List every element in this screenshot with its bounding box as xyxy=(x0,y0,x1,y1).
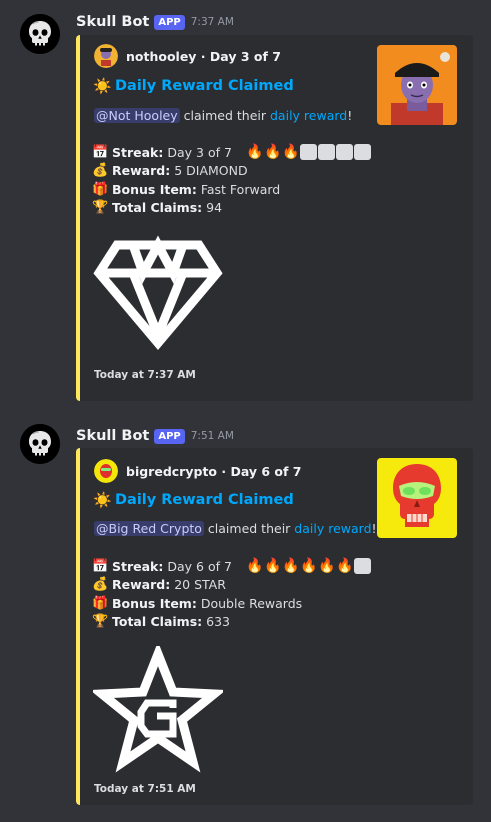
embed-footer: Today at 7:51 AM xyxy=(94,783,196,795)
streak-field: 📅 Streak: Day 3 of 7 🔥 🔥 🔥 xyxy=(92,143,372,162)
bot-username[interactable]: Skull Bot xyxy=(76,14,149,30)
app-badge: APP xyxy=(154,428,185,444)
bonus-label: Bonus Item: xyxy=(112,595,197,611)
empty-streak-box xyxy=(299,144,317,161)
money-bag-icon: 💰 xyxy=(92,163,109,179)
fire-icon: 🔥 xyxy=(282,144,300,161)
embed-author: nothooley · Day 3 of 7 xyxy=(94,44,281,68)
embed-footer: Today at 7:37 AM xyxy=(94,369,196,381)
embed-description: @Big Red Crypto claimed their daily rewa… xyxy=(94,521,377,536)
trophy-icon: 🏆 xyxy=(92,614,109,630)
embed-fields: 📅 Streak: Day 3 of 7 🔥 🔥 🔥 💰 Reward: 5 D… xyxy=(92,143,372,217)
bot-username[interactable]: Skull Bot xyxy=(76,428,149,444)
claims-value: 94 xyxy=(206,200,223,216)
diamond-icon xyxy=(93,235,223,350)
fire-icon: 🔥 xyxy=(300,558,318,575)
empty-streak-box xyxy=(317,144,335,161)
streak-label: Streak: xyxy=(112,144,164,160)
red-skull-thumbnail xyxy=(377,458,457,538)
bot-avatar[interactable] xyxy=(20,14,60,54)
embed-thumbnail[interactable] xyxy=(377,458,457,538)
message-header: Skull Bot APP 7:51 AM xyxy=(76,425,234,447)
claims-label: Total Claims: xyxy=(112,614,203,630)
star-g-icon xyxy=(93,646,223,773)
user-mention[interactable]: @Not Hooley xyxy=(94,108,180,123)
streak-value: Day 6 of 7 xyxy=(167,558,232,574)
embed-title[interactable]: Daily Reward Claimed xyxy=(115,78,294,94)
sun-icon: ☀️ xyxy=(93,77,112,95)
message-header: Skull Bot APP 7:37 AM xyxy=(76,11,234,33)
user-mention[interactable]: @Big Red Crypto xyxy=(94,521,204,536)
reward-field: 💰 Reward: 5 DIAMOND xyxy=(92,162,372,181)
bonus-label: Bonus Item: xyxy=(112,181,197,197)
empty-streak-box xyxy=(335,144,353,161)
reward-label: Reward: xyxy=(112,163,171,179)
gift-icon: 🎁 xyxy=(92,181,109,197)
fire-icon: 🔥 xyxy=(246,558,264,575)
skull-icon xyxy=(20,14,60,54)
embed-author-name[interactable]: nothooley · Day 3 of 7 xyxy=(126,49,281,64)
sun-icon: ☀️ xyxy=(93,491,112,509)
streak-progress: 🔥 🔥 🔥 🔥 🔥 🔥 xyxy=(246,558,372,575)
embed-image[interactable] xyxy=(93,646,223,776)
embed-fields: 📅 Streak: Day 6 of 7 🔥 🔥 🔥 🔥 🔥 🔥 💰 Rewar… xyxy=(92,557,372,631)
embed-title-row: ☀️ Daily Reward Claimed xyxy=(93,77,294,95)
empty-streak-box xyxy=(353,558,371,575)
message-2: Skull Bot APP 7:51 AM bigredcrypto · Day… xyxy=(0,410,491,822)
bonus-value: Double Rewards xyxy=(200,595,303,611)
message-timestamp[interactable]: 7:51 AM xyxy=(191,430,234,442)
reward-label: Reward: xyxy=(112,577,171,593)
embed-thumbnail[interactable] xyxy=(377,45,457,125)
claims-field: 🏆 Total Claims: 633 xyxy=(92,613,372,632)
claims-value: 633 xyxy=(206,614,231,630)
message-1: Skull Bot APP 7:37 AM nothooley · Day 3 … xyxy=(0,0,491,410)
claims-label: Total Claims: xyxy=(112,200,203,216)
desc-end: ! xyxy=(371,521,377,536)
bonus-field: 🎁 Bonus Item: Double Rewards xyxy=(92,594,372,613)
reward-value: 20 STAR xyxy=(174,577,226,593)
bot-avatar[interactable] xyxy=(20,424,60,464)
streak-value: Day 3 of 7 xyxy=(167,144,232,160)
embed-author-name[interactable]: bigredcrypto · Day 6 of 7 xyxy=(126,464,302,479)
reward-embed: nothooley · Day 3 of 7 ☀️ Daily Reward C… xyxy=(76,35,473,401)
streak-progress: 🔥 🔥 🔥 xyxy=(246,144,372,161)
streak-field: 📅 Streak: Day 6 of 7 🔥 🔥 🔥 🔥 🔥 🔥 xyxy=(92,557,372,576)
fire-icon: 🔥 xyxy=(246,144,264,161)
author-avatar-icon xyxy=(94,459,118,483)
desc-end: ! xyxy=(347,108,353,123)
reward-embed: bigredcrypto · Day 6 of 7 ☀️ Daily Rewar… xyxy=(76,448,473,805)
money-bag-icon: 💰 xyxy=(92,577,109,593)
daily-reward-link[interactable]: daily reward xyxy=(294,521,371,536)
author-avatar-icon xyxy=(94,44,118,68)
embed-image[interactable] xyxy=(93,225,223,355)
embed-title[interactable]: Daily Reward Claimed xyxy=(115,492,294,508)
fire-icon: 🔥 xyxy=(264,558,282,575)
streak-label: Streak: xyxy=(112,558,164,574)
desc-text: claimed their xyxy=(207,521,291,536)
fire-icon: 🔥 xyxy=(318,558,336,575)
trophy-icon: 🏆 xyxy=(92,200,109,216)
fire-icon: 🔥 xyxy=(336,558,354,575)
daily-reward-link[interactable]: daily reward xyxy=(270,108,347,123)
reward-field: 💰 Reward: 20 STAR xyxy=(92,576,372,595)
calendar-icon: 📅 xyxy=(92,558,109,574)
embed-description: @Not Hooley claimed their daily reward ! xyxy=(94,108,352,123)
fire-icon: 🔥 xyxy=(264,144,282,161)
reward-value: 5 DIAMOND xyxy=(174,163,248,179)
fire-icon: 🔥 xyxy=(282,558,300,575)
bonus-field: 🎁 Bonus Item: Fast Forward xyxy=(92,180,372,199)
app-badge: APP xyxy=(154,14,185,30)
desc-text: claimed their xyxy=(183,108,267,123)
embed-author: bigredcrypto · Day 6 of 7 xyxy=(94,459,302,483)
empty-streak-box xyxy=(353,144,371,161)
claims-field: 🏆 Total Claims: 94 xyxy=(92,199,372,218)
calendar-icon: 📅 xyxy=(92,144,109,160)
embed-title-row: ☀️ Daily Reward Claimed xyxy=(93,491,294,509)
message-timestamp[interactable]: 7:37 AM xyxy=(191,16,234,28)
skull-icon xyxy=(20,424,60,464)
user-avatar-thumbnail xyxy=(377,45,457,125)
gift-icon: 🎁 xyxy=(92,595,109,611)
bonus-value: Fast Forward xyxy=(200,181,281,197)
